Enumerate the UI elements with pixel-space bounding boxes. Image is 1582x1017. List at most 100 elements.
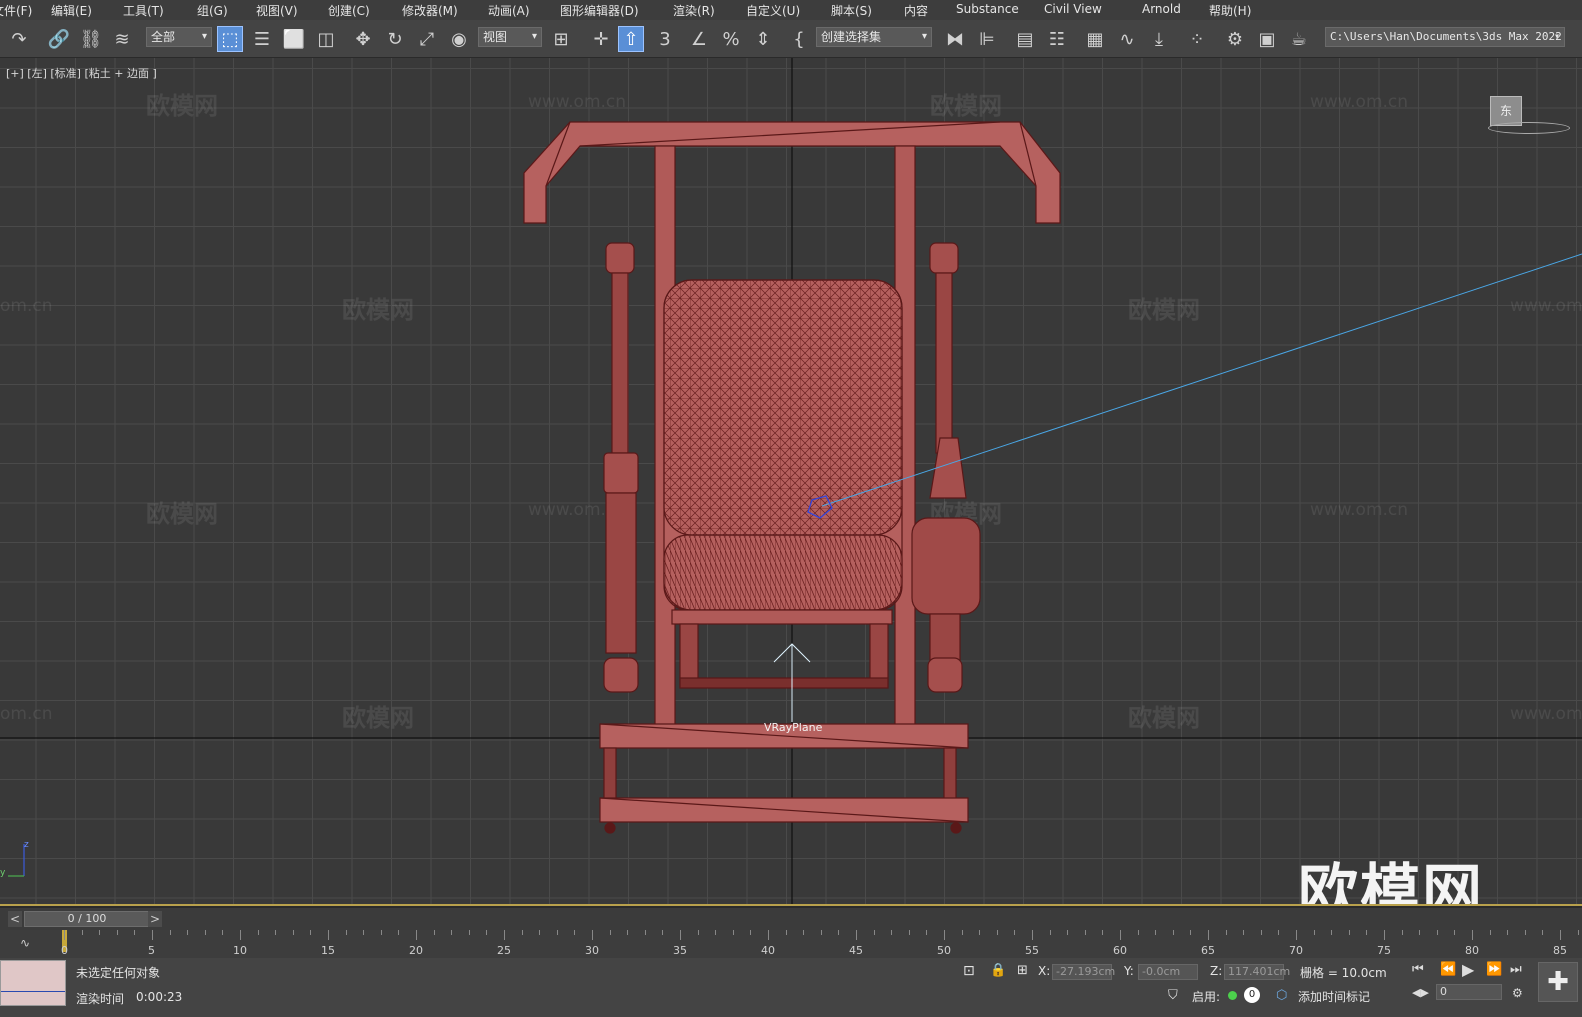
window-crossing-icon[interactable]: ◫ [313, 26, 339, 52]
menu-views[interactable]: 视图(V) [256, 2, 298, 19]
menu-help[interactable]: 帮助(H) [1209, 2, 1251, 19]
tick-label: 85 [1553, 944, 1567, 957]
place-icon[interactable]: ◉ [446, 26, 472, 52]
project-path-dropdown[interactable]: C:\Users\Han\Documents\3ds Max 2022 [1325, 27, 1565, 47]
menu-content[interactable]: 内容 [904, 2, 928, 19]
key-mode-icon[interactable]: ◀▶ [1412, 986, 1429, 999]
edit-named-selection-icon[interactable]: { [786, 26, 812, 52]
track-tick [1296, 930, 1297, 940]
keyboard-shortcut-override-icon[interactable]: ⇧ [618, 26, 644, 52]
menu-edit[interactable]: 编辑(E) [51, 2, 92, 19]
goto-end-icon[interactable]: ⏭ [1510, 962, 1522, 977]
select-manipulate-icon[interactable]: ✛ [588, 26, 614, 52]
menu-arnold[interactable]: Arnold [1142, 2, 1181, 16]
viewcube-compass-ring[interactable] [1488, 122, 1570, 134]
select-object-icon[interactable]: ⬚ [217, 26, 243, 52]
time-next-button[interactable]: > [148, 911, 162, 927]
maxscript-listener-mini[interactable] [0, 960, 66, 1006]
add-time-tag[interactable]: 添加时间标记 [1298, 988, 1370, 1005]
menu-rendering[interactable]: 渲染(R) [673, 2, 715, 19]
menu-create[interactable]: 创建(C) [328, 2, 370, 19]
menu-modifiers[interactable]: 修改器(M) [402, 2, 458, 19]
viewport-left[interactable]: [+] [左] [标准] [粘土 + 边面 ] 欧模网 www.om.cn 欧模… [0, 58, 1582, 906]
track-tick [1313, 930, 1315, 935]
track-tick [627, 930, 629, 935]
align-icon[interactable]: ⊫ [974, 26, 1000, 52]
track-tick [750, 930, 752, 935]
percent-snap-icon[interactable]: % [718, 26, 744, 52]
layer-explorer-icon[interactable]: ☷ [1044, 26, 1070, 52]
menu-file[interactable]: 文件(F) [0, 2, 32, 19]
render-setup-icon[interactable]: ⚙ [1222, 26, 1248, 52]
schematic-view-icon[interactable]: ⤓ [1146, 26, 1172, 52]
tick-label: 65 [1201, 944, 1215, 957]
time-tag-icon[interactable]: ⬡ [1276, 988, 1287, 1003]
current-frame-field[interactable]: 0 [1436, 984, 1502, 1000]
bind-space-warp-icon[interactable]: ≋ [109, 26, 135, 52]
track-tick [310, 930, 312, 935]
time-config-icon[interactable]: ⚙ [1512, 986, 1523, 1000]
tick-label: 35 [673, 944, 687, 957]
material-editor-icon[interactable]: ⁘ [1184, 26, 1210, 52]
selection-filter-dropdown[interactable]: 全部 [146, 27, 212, 47]
menu-civil-view[interactable]: Civil View [1044, 2, 1102, 16]
scene-explorer-icon[interactable]: ▤ [1012, 26, 1038, 52]
track-tick [99, 930, 101, 935]
snap-toggle-icon[interactable]: 3 [652, 26, 678, 52]
menu-customize[interactable]: 自定义(U) [746, 2, 800, 19]
rendered-frame-icon[interactable]: ▣ [1254, 26, 1280, 52]
curve-editor-icon[interactable]: ∿ [1114, 26, 1140, 52]
axis-y-label: y [0, 868, 6, 878]
render-production-icon[interactable]: ☕ [1286, 26, 1312, 52]
track-bar[interactable]: ∿ 0 5 10 15 20 25 30 35 40 45 50 55 60 6… [0, 930, 1582, 958]
move-icon[interactable]: ✥ [350, 26, 376, 52]
angle-snap-icon[interactable]: ∠ [686, 26, 712, 52]
menu-scripting[interactable]: 脚本(S) [831, 2, 872, 19]
play-icon[interactable]: ▶ [1462, 960, 1474, 979]
scale-icon[interactable]: ⤢ [414, 26, 440, 52]
tick-label: 20 [409, 944, 423, 957]
curve-editor-mini-icon[interactable]: ∿ [20, 936, 30, 950]
rotate-icon[interactable]: ↻ [382, 26, 408, 52]
menu-graph-editors[interactable]: 图形编辑器(D) [560, 2, 639, 19]
track-tick [1366, 930, 1368, 935]
menu-tools[interactable]: 工具(T) [123, 2, 164, 19]
track-tick [662, 930, 664, 935]
right-joint-top [929, 242, 959, 274]
goto-start-icon[interactable]: ⏮ [1412, 962, 1424, 977]
ribbon-icon[interactable]: ▦ [1082, 26, 1108, 52]
menu-substance[interactable]: Substance [956, 2, 1019, 16]
reference-coord-dropdown[interactable]: 视图 [478, 27, 542, 47]
right-cylinder [929, 613, 961, 665]
time-slider[interactable]: 0 / 100 [24, 911, 150, 927]
time-prev-button[interactable]: < [8, 911, 22, 927]
track-tick [451, 930, 453, 935]
menu-animation[interactable]: 动画(A) [488, 2, 530, 19]
next-frame-icon[interactable]: ⏩ [1486, 962, 1502, 977]
track-tick [1243, 930, 1245, 935]
menu-group[interactable]: 组(G) [197, 2, 228, 19]
enable-label: 启用: [1192, 990, 1221, 1004]
absolute-mode-icon[interactable]: ⊞ [1017, 963, 1028, 978]
track-tick [1560, 930, 1561, 940]
link-icon[interactable]: 🔗 [46, 26, 72, 52]
rect-selection-icon[interactable]: ⬜ [281, 26, 307, 52]
spinner-snap-icon[interactable]: ⇕ [750, 26, 776, 52]
redo-icon[interactable]: ↷ [6, 26, 32, 52]
y-coord-field[interactable]: -0.0cm [1138, 964, 1198, 980]
pivot-icon[interactable]: ⊞ [548, 26, 574, 52]
tick-label: 60 [1113, 944, 1127, 957]
prev-frame-icon[interactable]: ⏪ [1440, 962, 1456, 977]
named-selection-dropdown[interactable]: 创建选择集 [816, 27, 932, 47]
selection-lock-icon[interactable]: 🔒 [990, 963, 1006, 978]
track-tick [556, 930, 558, 935]
x-coord-field[interactable]: -27.193cm [1052, 964, 1115, 980]
unlink-icon[interactable]: ⛓ [78, 26, 104, 52]
select-by-name-icon[interactable]: ☰ [249, 26, 275, 52]
mirror-icon[interactable]: ⧓ [942, 26, 968, 52]
track-tick [1542, 930, 1544, 935]
z-coord-field[interactable]: 117.401cm [1224, 964, 1290, 980]
adaptive-degradation-icon[interactable]: ⛉ [1168, 988, 1178, 1003]
isolate-selection-icon[interactable]: ⊡ [963, 963, 975, 979]
viewport-nav-icon[interactable]: ✚ [1538, 962, 1578, 1002]
